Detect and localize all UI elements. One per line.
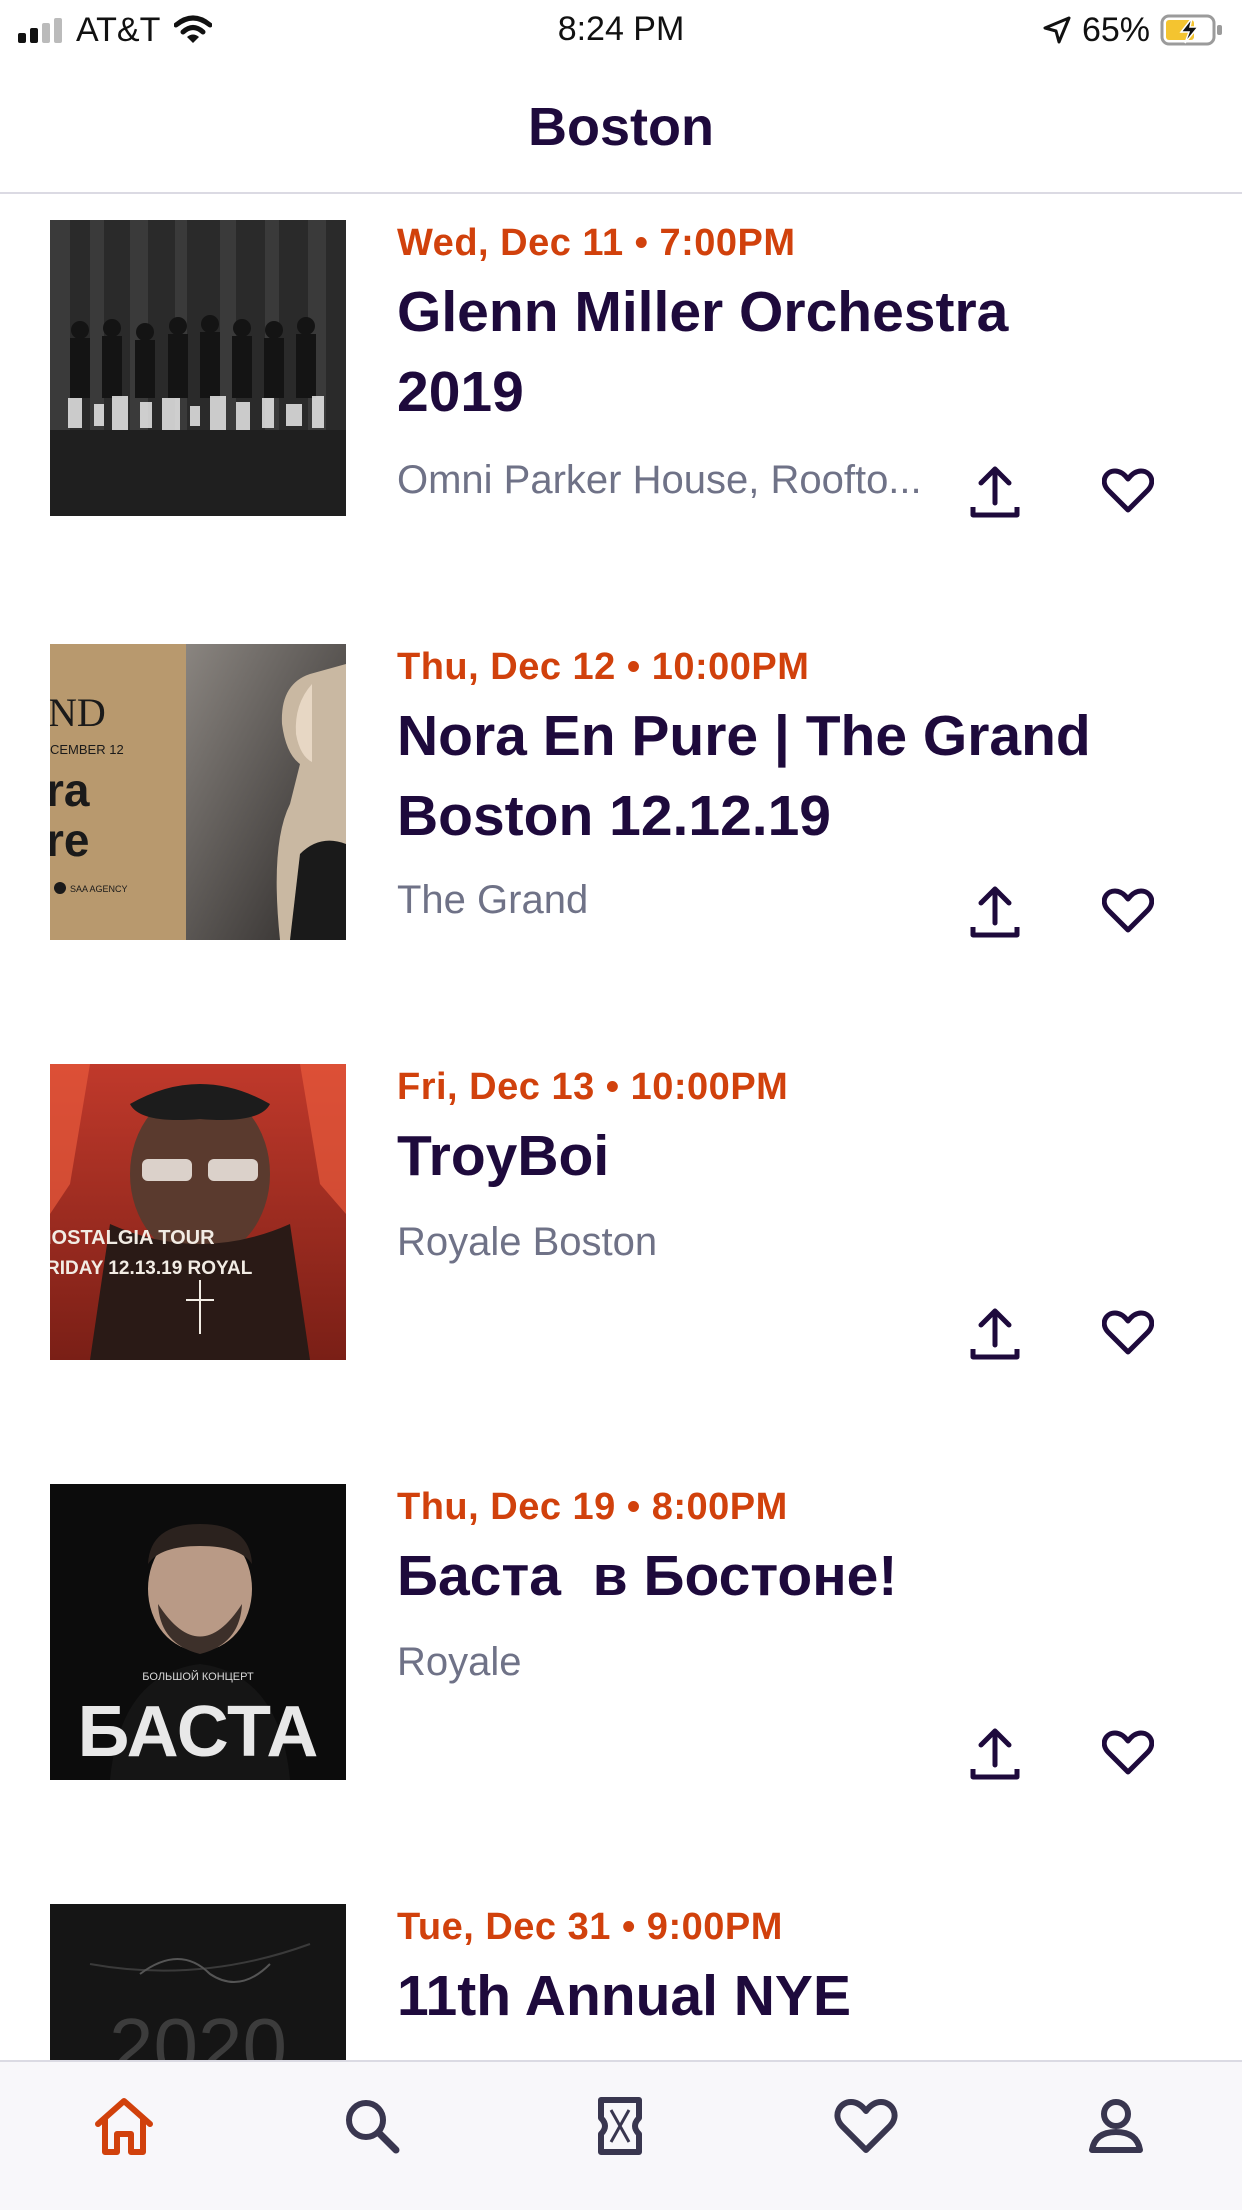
share-icon [970, 1728, 1020, 1780]
page-title: Boston [528, 97, 714, 157]
event-card[interactable]: ND CEMBER 12 ra re SAA AGENCY Thu, Dec 1… [0, 614, 1242, 1034]
poster-text: БОЛЬШОЙ КОНЦЕРТ [142, 1670, 254, 1683]
tab-home[interactable] [84, 2086, 164, 2166]
share-button[interactable] [960, 1298, 1030, 1368]
event-title[interactable]: TroyBoi [397, 1116, 1107, 1196]
tab-bar [0, 2060, 1242, 2210]
event-date: Thu, Dec 19 • 8:00PM [397, 1486, 788, 1528]
header: Boston [0, 60, 1242, 194]
user-icon [1089, 2099, 1143, 2153]
poster-text: CEMBER 12 [50, 742, 124, 757]
share-icon [970, 886, 1020, 938]
poster-text: ND [50, 690, 106, 735]
event-card[interactable]: 2020 Tue, Dec 31 • 9:00PM 11th Annual NY… [0, 1874, 1242, 2060]
search-icon [346, 2100, 400, 2154]
event-date: Thu, Dec 12 • 10:00PM [397, 646, 810, 688]
event-image[interactable]: IOSTALGIA TOUR RIDAY 12.13.19 ROYAL [50, 1064, 346, 1360]
event-venue: The Grand [397, 878, 589, 922]
event-image[interactable] [50, 220, 346, 516]
tab-profile[interactable] [1076, 2086, 1156, 2166]
share-button[interactable] [960, 1718, 1030, 1788]
poster-text: БАСТА [78, 1692, 319, 1772]
event-image[interactable]: БОЛЬШОЙ КОНЦЕРТ БАСТА [50, 1484, 346, 1780]
tab-search[interactable] [332, 2086, 412, 2166]
like-button[interactable] [1093, 1298, 1163, 1368]
like-button[interactable] [1093, 456, 1163, 526]
tab-likes[interactable] [826, 2086, 906, 2166]
heart-icon [1102, 1730, 1154, 1775]
battery-charging-icon [1160, 14, 1222, 46]
event-card[interactable]: IOSTALGIA TOUR RIDAY 12.13.19 ROYAL Fri,… [0, 1034, 1242, 1454]
event-title[interactable]: Glenn Miller Orchestra 2019 [397, 272, 1107, 432]
share-icon [970, 1308, 1020, 1360]
ticket-icon [598, 2097, 642, 2155]
event-venue: Royale Boston [397, 1220, 658, 1264]
heart-icon [1102, 888, 1154, 933]
event-venue: Royale [397, 1640, 522, 1684]
event-venue: Omni Parker House, Roofto... [397, 458, 922, 502]
poster-text: re [50, 814, 89, 866]
heart-icon [834, 2099, 898, 2153]
share-button[interactable] [960, 456, 1030, 526]
location-arrow-icon [1043, 16, 1071, 44]
event-date: Fri, Dec 13 • 10:00PM [397, 1066, 789, 1108]
share-icon [970, 466, 1020, 518]
heart-icon [1102, 468, 1154, 513]
event-card[interactable]: БОЛЬШОЙ КОНЦЕРТ БАСТА Thu, Dec 19 • 8:00… [0, 1454, 1242, 1874]
like-button[interactable] [1093, 1718, 1163, 1788]
event-list[interactable]: Wed, Dec 11 • 7:00PM Glenn Miller Orches… [0, 194, 1242, 2060]
poster-text: 2020 [109, 2002, 287, 2060]
poster-text: ra [50, 764, 90, 816]
event-image[interactable]: 2020 [50, 1904, 346, 2060]
event-title[interactable]: Баста в Бостоне! [397, 1536, 1107, 1616]
battery-percent: 65% [1081, 10, 1150, 49]
event-card[interactable]: Wed, Dec 11 • 7:00PM Glenn Miller Orches… [0, 194, 1242, 614]
event-title[interactable]: Nora En Pure | The Grand Boston 12.12.19 [397, 696, 1107, 856]
tab-tickets[interactable] [580, 2086, 660, 2166]
event-date: Tue, Dec 31 • 9:00PM [397, 1906, 783, 1948]
poster-text: SAA AGENCY [70, 884, 128, 894]
event-image[interactable]: ND CEMBER 12 ra re SAA AGENCY [50, 644, 346, 940]
heart-icon [1102, 1310, 1154, 1355]
like-button[interactable] [1093, 876, 1163, 946]
poster-text: IOSTALGIA TOUR [50, 1227, 215, 1249]
home-icon [95, 2098, 153, 2155]
status-bar: AT&T 8:24 PM 65% [0, 0, 1242, 60]
poster-text: RIDAY 12.13.19 ROYAL [50, 1258, 253, 1279]
share-button[interactable] [960, 876, 1030, 946]
event-date: Wed, Dec 11 • 7:00PM [397, 222, 796, 264]
event-title[interactable]: 11th Annual NYE [397, 1956, 1107, 2036]
